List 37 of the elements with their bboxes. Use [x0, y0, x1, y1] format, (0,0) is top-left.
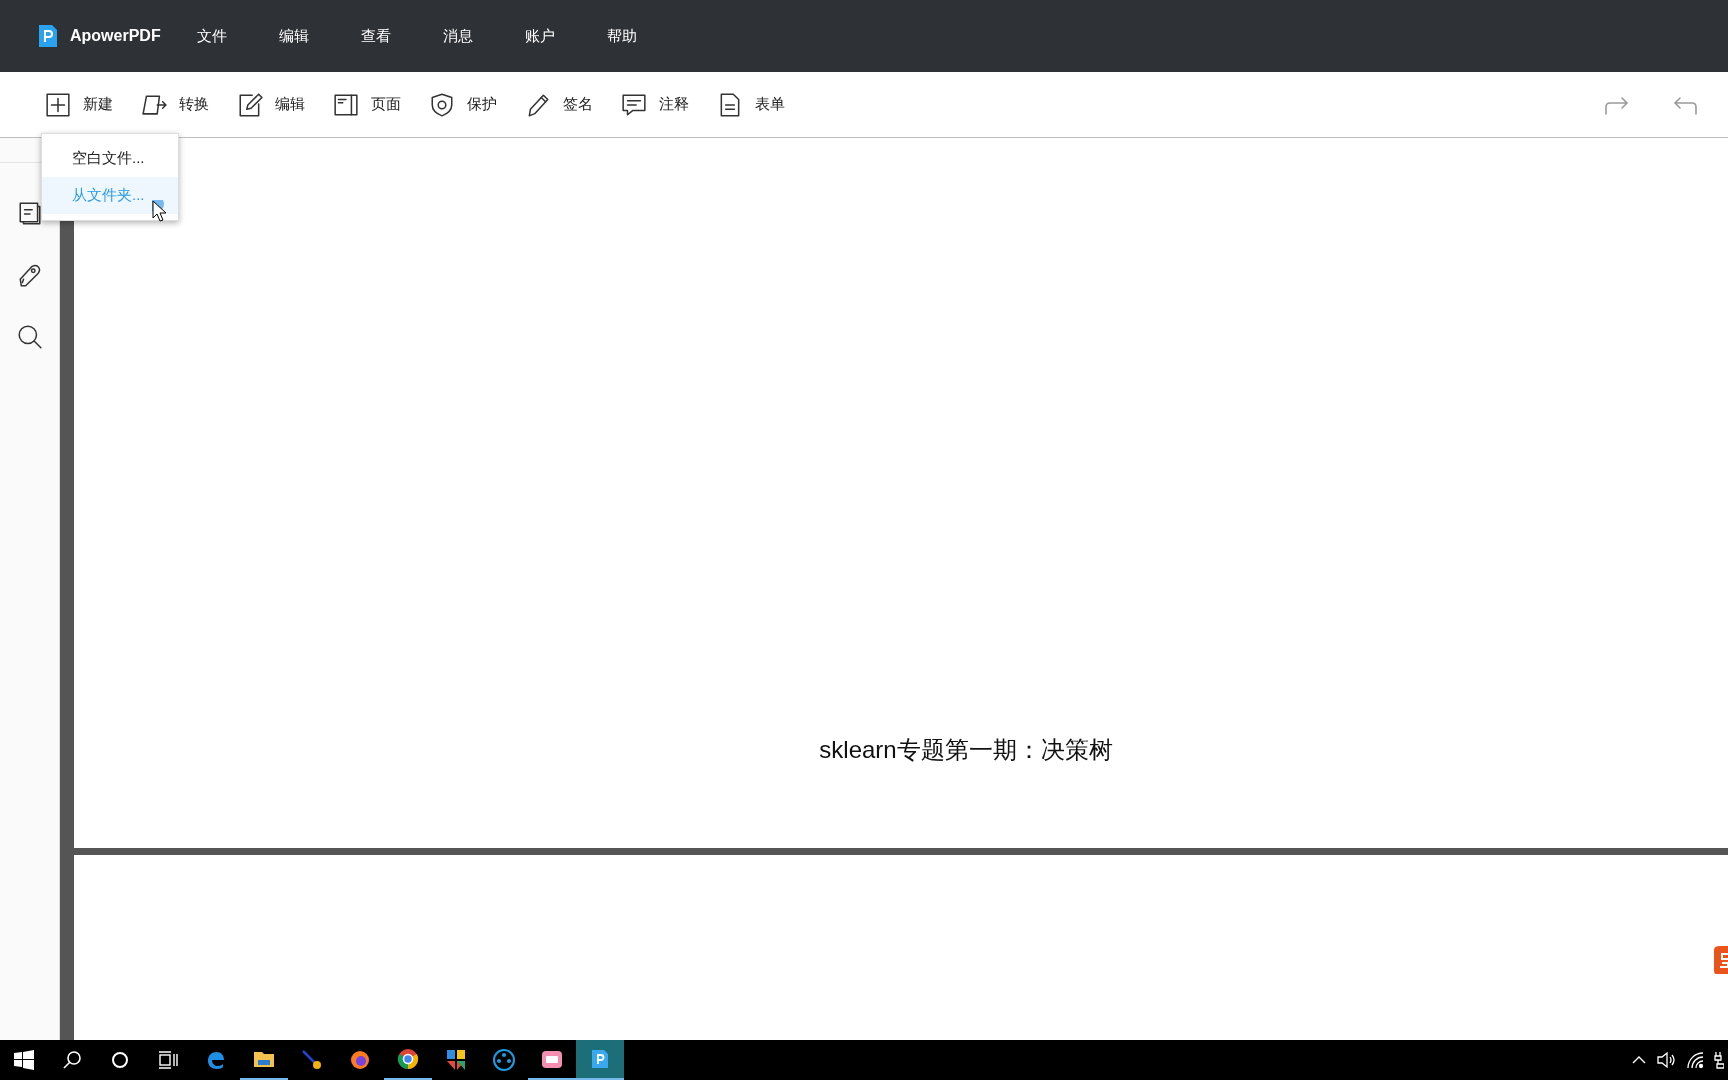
document-title: sklearn专题第一期：决策树 [818, 735, 1113, 765]
menu-item[interactable]: 文件 [196, 18, 279, 54]
tiles-icon [444, 1048, 468, 1072]
toolbar-button[interactable]: 编辑 [237, 87, 305, 122]
windows-logo-icon[interactable] [14, 1050, 34, 1070]
speaker-icon[interactable] [1656, 1051, 1676, 1069]
menu-item[interactable]: 查看 [360, 18, 443, 54]
toolbar-button[interactable]: 表单 [717, 87, 785, 122]
brush-icon [300, 1048, 324, 1072]
toolbar-button[interactable]: 签名 [525, 87, 593, 122]
page-icon [333, 91, 359, 118]
toolbar-button[interactable]: 页面 [333, 87, 401, 122]
toolbar-button[interactable]: 保护 [429, 87, 497, 122]
wifi-icon[interactable] [1686, 1051, 1704, 1069]
pages-icon[interactable] [16, 200, 43, 226]
menu-item[interactable]: 账户 [524, 18, 607, 54]
menu-item[interactable]: 编辑 [278, 18, 361, 54]
shield-icon [429, 91, 455, 118]
pencil-edit-icon [237, 91, 263, 118]
search-icon[interactable] [16, 324, 43, 350]
menu-item[interactable]: 帮助 [606, 18, 689, 54]
chrome-icon [396, 1047, 420, 1071]
app-name: ApowerPDF [70, 27, 161, 45]
chevron-up-icon[interactable] [1632, 1055, 1646, 1065]
task-view-icon[interactable] [158, 1051, 178, 1069]
comment-icon [621, 91, 647, 118]
toolbar-button[interactable]: 转换 [141, 87, 209, 122]
plus-icon [45, 91, 71, 118]
logo-icon [38, 24, 58, 48]
toolbar-button[interactable]: 新建 [45, 87, 113, 122]
battery-icon[interactable] [1714, 1051, 1724, 1069]
film-reel-icon [492, 1048, 516, 1072]
menu-option[interactable]: 空白文件... [42, 140, 178, 177]
circle-icon[interactable] [111, 1051, 129, 1069]
menu-item[interactable]: 消息 [442, 18, 525, 54]
search-icon[interactable] [62, 1050, 82, 1070]
toolbar-button[interactable]: 注释 [621, 87, 689, 122]
